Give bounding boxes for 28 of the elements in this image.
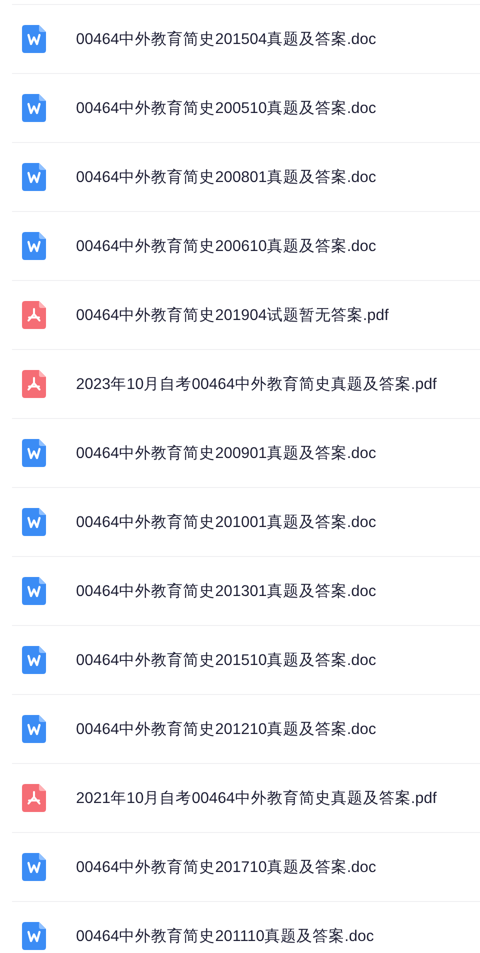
file-name[interactable]: 2023年10月自考00464中外教育简史真题及答案.pdf: [76, 374, 437, 394]
word-document-icon: [22, 577, 46, 605]
pdf-document-icon: [22, 301, 46, 329]
word-document-icon: [22, 439, 46, 467]
word-document-icon: [22, 715, 46, 743]
word-document-icon: [22, 94, 46, 122]
file-name[interactable]: 00464中外教育简史200901真题及答案.doc: [76, 442, 376, 464]
file-name[interactable]: 00464中外教育简史200801真题及答案.doc: [76, 166, 376, 188]
word-document-icon: [22, 646, 46, 674]
file-name[interactable]: 00464中外教育简史201904试题暂无答案.pdf: [76, 304, 389, 326]
word-document-icon: [22, 922, 46, 950]
word-document-icon: [22, 232, 46, 260]
file-name[interactable]: 00464中外教育简史200610真题及答案.doc: [76, 236, 376, 256]
word-document-icon: [22, 25, 46, 53]
file-name[interactable]: 00464中外教育简史201210真题及答案.doc: [76, 718, 376, 740]
file-name[interactable]: 00464中外教育简史200510真题及答案.doc: [76, 98, 376, 118]
word-document-icon: [22, 508, 46, 536]
word-document-icon: [22, 163, 46, 191]
file-name[interactable]: 00464中外教育简史201510真题及答案.doc: [76, 650, 376, 670]
pdf-document-icon: [22, 784, 46, 812]
file-name[interactable]: 00464中外教育简史201710真题及答案.doc: [76, 856, 376, 878]
file-name[interactable]: 00464中外教育简史201110真题及答案.doc: [76, 926, 374, 946]
word-document-icon: [22, 853, 46, 881]
pdf-document-icon: [22, 370, 46, 398]
file-name[interactable]: 2021年10月自考00464中外教育简史真题及答案.pdf: [76, 788, 437, 808]
file-name[interactable]: 00464中外教育简史201504真题及答案.doc: [76, 28, 376, 50]
file-name[interactable]: 00464中外教育简史201001真题及答案.doc: [76, 512, 376, 532]
file-name[interactable]: 00464中外教育简史201301真题及答案.doc: [76, 580, 376, 602]
